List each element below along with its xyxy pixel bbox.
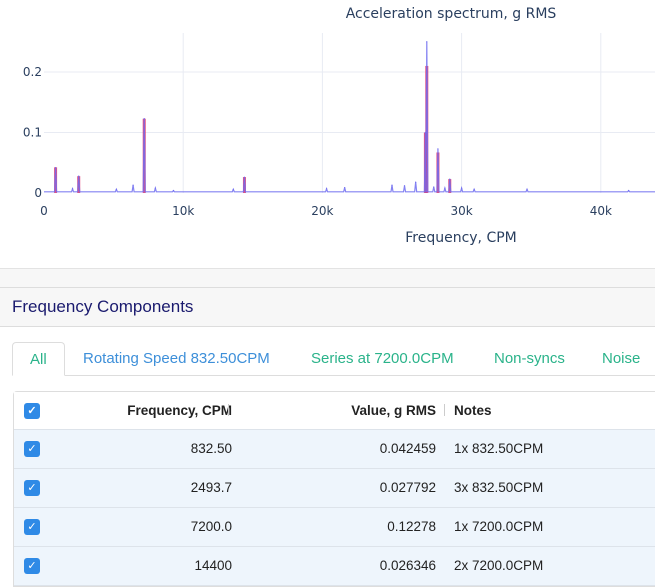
- spectrum-peak: [628, 189, 630, 192]
- col-value[interactable]: Value, g RMS: [351, 403, 436, 418]
- cell-frequency: 832.50: [190, 441, 232, 456]
- y-tick-label: 0.1: [23, 126, 42, 140]
- col-frequency[interactable]: Frequency, CPM: [127, 403, 232, 418]
- spectrum-peak: [115, 188, 117, 190]
- x-tick-label: 30k: [450, 204, 472, 218]
- table-row[interactable]: ✓ 14400 0.026346 2x 7200.0CPM: [14, 547, 655, 586]
- chart-title: Acceleration spectrum, g RMS: [346, 6, 557, 22]
- cell-notes: 3x 832.50CPM: [454, 480, 544, 495]
- spectrum-peak: [426, 41, 428, 43]
- spectrum-peak: [232, 188, 234, 190]
- spectrum-peak: [71, 188, 74, 190]
- spectrum-peak: [461, 187, 463, 189]
- y-tick-label: 0.2: [23, 65, 42, 79]
- cell-value: 0.12278: [387, 519, 436, 534]
- tab-noise[interactable]: Noise: [602, 342, 640, 374]
- table-header: ✓ Frequency, CPM Value, g RMS Notes: [14, 392, 655, 430]
- spectrum-chart: 0 10k 20k 30k 40k 0 0.1 0.2 Acceleration spectru…: [23, 6, 655, 246]
- spectrum-peak: [473, 188, 475, 190]
- tab-non-syncs[interactable]: Non-syncs: [494, 342, 565, 374]
- spectrum-peak: [403, 185, 406, 187]
- spectrum-peak: [78, 175, 80, 177]
- cell-value: 0.026346: [379, 558, 436, 573]
- cell-frequency: 7200.0: [190, 519, 232, 534]
- table-row[interactable]: ✓ 2493.7 0.027792 3x 832.50CPM: [14, 469, 655, 508]
- spectrum-peak: [444, 187, 446, 189]
- cell-notes: 2x 7200.0CPM: [454, 558, 544, 573]
- spectrum-peak: [243, 176, 246, 178]
- spectrum-peak: [132, 184, 134, 186]
- row-checkbox[interactable]: ✓: [24, 519, 40, 535]
- x-axis-label: Frequency, CPM: [405, 230, 517, 246]
- spectrum-peak: [54, 166, 57, 169]
- cell-frequency: 14400: [194, 558, 232, 573]
- section-divider: [0, 268, 655, 287]
- tab-series[interactable]: Series at 7200.0CPM: [311, 342, 454, 374]
- spectrum-peak: [424, 131, 427, 134]
- spectrum-peak: [391, 184, 393, 186]
- row-checkbox[interactable]: ✓: [24, 441, 40, 457]
- cell-notes: 1x 832.50CPM: [454, 441, 544, 456]
- tab-all[interactable]: All: [12, 342, 65, 376]
- y-tick-label: 0: [34, 186, 42, 200]
- column-resizer[interactable]: [228, 404, 229, 416]
- components-table: ✓ Frequency, CPM Value, g RMS Notes ✓ 83…: [13, 391, 655, 587]
- spectrum-peak: [344, 186, 346, 189]
- row-checkbox[interactable]: ✓: [24, 480, 40, 496]
- spectrum-peak: [433, 186, 435, 188]
- x-tick-label: 20k: [311, 204, 333, 218]
- table-row[interactable]: ✓ 832.50 0.042459 1x 832.50CPM: [14, 430, 655, 469]
- tab-rotating-speed[interactable]: Rotating Speed 832.50CPM: [83, 342, 270, 374]
- x-tick-label: 40k: [590, 204, 612, 218]
- table-row[interactable]: ✓ 7200.0 0.12278 1x 7200.0CPM: [14, 508, 655, 547]
- spectrum-peak: [325, 188, 328, 190]
- panel-header: Frequency Components: [0, 287, 655, 327]
- cell-value: 0.027792: [379, 480, 436, 495]
- cell-frequency: 2493.7: [190, 480, 232, 495]
- row-checkbox[interactable]: ✓: [24, 558, 40, 574]
- x-tick-label: 0: [40, 204, 48, 218]
- select-all-checkbox[interactable]: ✓: [24, 403, 40, 419]
- cell-notes: 1x 7200.0CPM: [454, 519, 544, 534]
- col-notes[interactable]: Notes: [454, 403, 492, 418]
- column-resizer[interactable]: [444, 404, 445, 416]
- spectrum-peak: [415, 181, 417, 183]
- spectrum-peak: [154, 187, 156, 189]
- spectrum-peak: [526, 188, 528, 190]
- panel-title: Frequency Components: [12, 297, 194, 316]
- tab-bar: All Rotating Speed 832.50CPM Series at 7…: [12, 342, 655, 376]
- spectrum-peak: [143, 117, 145, 120]
- spectrum-peak: [172, 189, 175, 192]
- x-tick-label: 10k: [172, 204, 194, 218]
- spectrum-peak: [449, 178, 451, 180]
- cell-value: 0.042459: [379, 441, 436, 456]
- spectrum-line: [44, 41, 655, 193]
- spectrum-peak: [437, 148, 439, 150]
